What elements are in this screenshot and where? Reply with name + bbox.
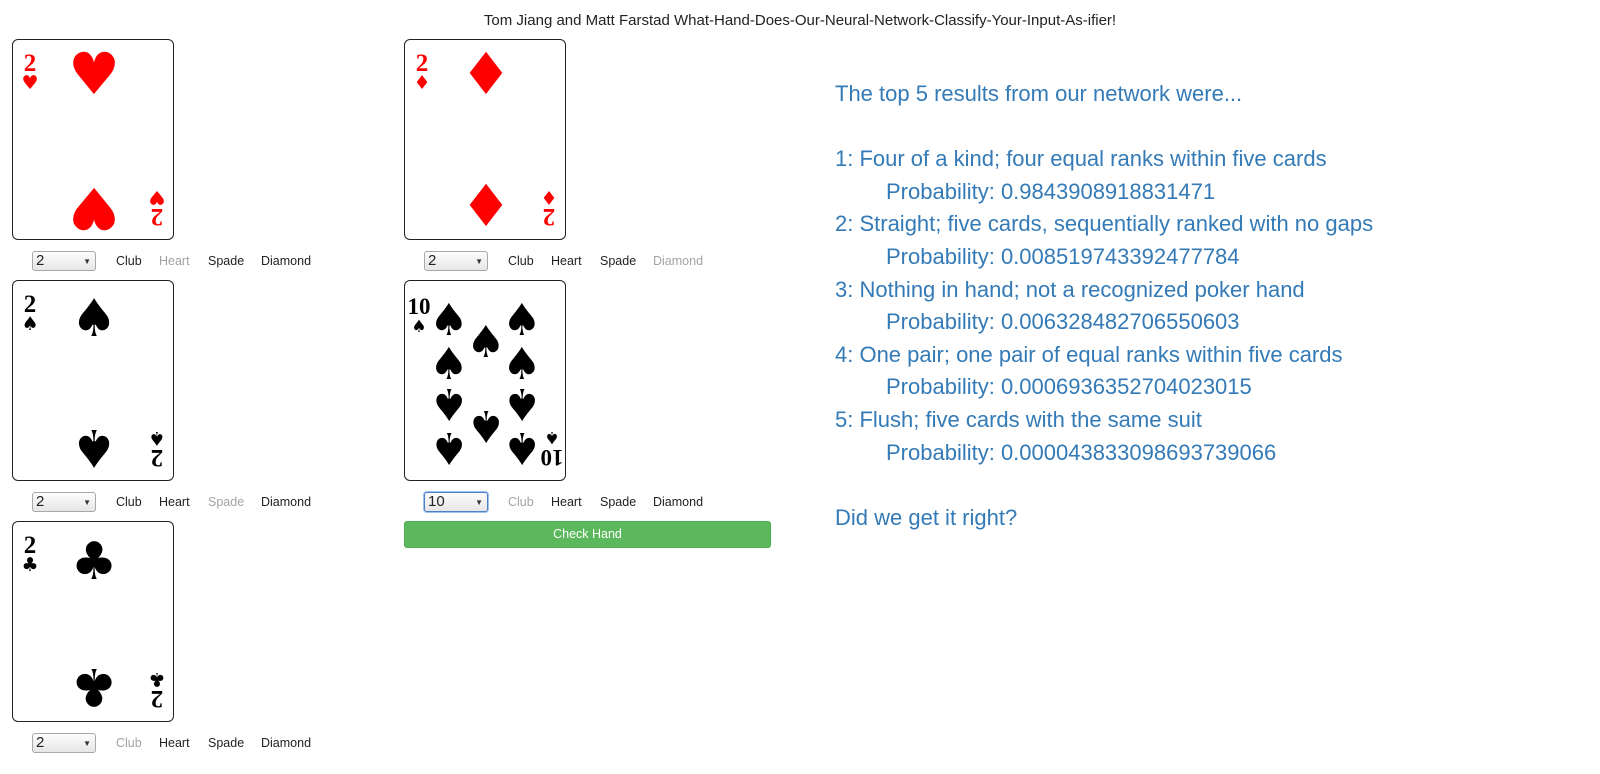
card-face-2-clubs: 2 ♣ ♣ ♣ 2 ♣: [21, 532, 165, 716]
rank-select-value: 2: [428, 252, 437, 269]
spade-icon: ♠: [466, 400, 505, 451]
diamond-icon: ♦: [460, 40, 512, 108]
page-title: Tom Jiang and Matt Farstad What-Hand-Doe…: [483, 12, 1117, 29]
suit-option-diamond[interactable]: Diamond: [261, 254, 311, 268]
club-icon: ♣: [21, 554, 38, 576]
rank-select-value: 2: [36, 252, 45, 269]
card-face-2-hearts: 2 ♥ ♥ ♥ 2 ♥: [21, 40, 165, 241]
diamond-icon: ♦: [540, 186, 557, 208]
spade-icon: ♠: [21, 313, 38, 335]
result-item-probability: Probability: 0.006328482706550603: [886, 309, 1240, 335]
suit-option-spade[interactable]: Spade: [600, 495, 636, 509]
suit-option-diamond[interactable]: Diamond: [261, 495, 311, 509]
rank-label-top: 10: [408, 294, 431, 319]
rank-select[interactable]: 2 ▼: [424, 251, 488, 271]
heart-icon: ♥: [148, 186, 165, 208]
suit-option-spade[interactable]: Spade: [208, 254, 244, 268]
spade-icon: ♠: [429, 422, 468, 473]
card-controls: 2 ▼ Club Heart Spade Diamond: [424, 251, 764, 271]
spade-icon: ♠: [544, 427, 559, 447]
card-controls: 2 ▼ Club Heart Spade Diamond: [32, 492, 372, 512]
chevron-down-icon: ▼: [83, 739, 91, 748]
results-heading: The top 5 results from our network were.…: [835, 81, 1243, 106]
result-item-probability: Probability: 0.9843908918831471: [886, 178, 1216, 204]
playing-card: 2 ♦ ♦ ♦ 2 ♦: [404, 39, 566, 240]
rank-select[interactable]: 2 ▼: [32, 733, 96, 753]
spade-icon: ♠: [411, 317, 426, 337]
club-icon: ♣: [148, 668, 165, 690]
result-item-label: 2: Straight; five cards, sequentially ra…: [835, 211, 1374, 237]
spade-icon: ♠: [148, 427, 165, 449]
rank-select-value: 2: [36, 734, 45, 751]
playing-card: 2 ♠ ♠ ♠ 2 ♠: [12, 280, 174, 481]
card-controls: 10 ▼ Club Heart Spade Diamond: [424, 492, 764, 512]
result-item-label: 5: Flush; five cards with the same suit: [835, 406, 1202, 432]
suit-option-diamond[interactable]: Diamond: [653, 495, 703, 509]
diamond-icon: ♦: [413, 72, 430, 94]
spade-icon: ♠: [71, 417, 118, 477]
chevron-down-icon: ▼: [475, 257, 483, 266]
suit-option-heart[interactable]: Heart: [551, 495, 582, 509]
result-item-label: 3: Nothing in hand; not a recognized pok…: [835, 276, 1305, 302]
suit-option-spade[interactable]: Spade: [600, 254, 636, 268]
card-slot-2: 2 ♦ ♦ ♦ 2 ♦ 2 ▼ Club Heart Spade Diamond: [404, 39, 774, 279]
spade-icon: ♠: [429, 378, 468, 429]
club-icon: ♣: [71, 532, 118, 592]
chevron-down-icon: ▼: [83, 257, 91, 266]
rank-select[interactable]: 10 ▼: [424, 492, 488, 512]
playing-card: 2 ♥ ♥ ♥ 2 ♥: [12, 39, 174, 241]
card-slot-5: 2 ♣ ♣ ♣ 2 ♣ 2 ▼ Club Heart Spade Diamond: [12, 521, 382, 761]
check-hand-button[interactable]: Check Hand: [404, 521, 771, 548]
heart-icon: ♥: [68, 40, 120, 108]
card-face-10-spades: 10 ♠ ♠ ♠ ♠ ♠ ♠ ♠ ♠ ♠ ♠ ♠ 10 ♠: [408, 294, 564, 473]
playing-card: 2 ♣ ♣ ♣ 2 ♣: [12, 521, 174, 722]
suit-option-club[interactable]: Club: [508, 495, 534, 509]
rank-select-value: 2: [36, 493, 45, 510]
suit-option-club[interactable]: Club: [116, 495, 142, 509]
spade-icon: ♠: [71, 289, 118, 349]
rank-select-value: 10: [428, 493, 445, 510]
suit-option-heart[interactable]: Heart: [551, 254, 582, 268]
suit-option-spade[interactable]: Spade: [208, 736, 244, 750]
card-slot-1: 2 ♥ ♥ ♥ 2 ♥ 2 ▼ Club Heart Spade Diamond: [12, 39, 382, 279]
spade-icon: ♠: [466, 317, 505, 368]
result-item-probability: Probability: 0.000043833098693739066: [886, 439, 1277, 465]
card-face-2-spades: 2 ♠ ♠ ♠ 2 ♠: [21, 289, 165, 477]
suit-option-club[interactable]: Club: [116, 736, 142, 750]
card-slot-3: 2 ♠ ♠ ♠ 2 ♠ 2 ▼ Club Heart Spade Diamond: [12, 280, 382, 520]
suit-option-diamond[interactable]: Diamond: [653, 254, 703, 268]
suit-option-spade[interactable]: Spade: [208, 495, 244, 509]
rank-select[interactable]: 2 ▼: [32, 251, 96, 271]
card-slot-4: 10 ♠ ♠ ♠ ♠ ♠ ♠ ♠ ♠ ♠ ♠ ♠ 10 ♠ 10 ▼ Club H…: [404, 280, 774, 520]
results-panel: The top 5 results from our network were.…: [835, 78, 1575, 534]
card-controls: 2 ▼ Club Heart Spade Diamond: [32, 251, 372, 271]
heart-icon: ♥: [68, 174, 120, 241]
result-item-probability: Probability: 0.008519743392477784: [886, 243, 1240, 269]
chevron-down-icon: ▼: [83, 498, 91, 507]
card-face-2-diamonds: 2 ♦ ♦ ♦ 2 ♦: [413, 40, 557, 240]
card-controls: 2 ▼ Club Heart Spade Diamond: [32, 733, 372, 753]
rank-label-bottom: 10: [541, 445, 564, 470]
result-item-label: 1: Four of a kind; four equal ranks with…: [835, 146, 1327, 172]
chevron-down-icon: ▼: [475, 498, 483, 507]
diamond-icon: ♦: [460, 172, 512, 240]
rank-select[interactable]: 2 ▼: [32, 492, 96, 512]
spade-icon: ♠: [502, 422, 541, 473]
spade-icon: ♠: [502, 378, 541, 429]
result-item-probability: Probability: 0.0006936352704023015: [886, 374, 1252, 400]
suit-option-club[interactable]: Club: [116, 254, 142, 268]
playing-card: 10 ♠ ♠ ♠ ♠ ♠ ♠ ♠ ♠ ♠ ♠ ♠ 10 ♠: [404, 280, 566, 481]
suit-option-heart[interactable]: Heart: [159, 495, 190, 509]
suit-option-heart[interactable]: Heart: [159, 254, 190, 268]
club-icon: ♣: [71, 656, 118, 716]
result-item-label: 4: One pair; one pair of equal ranks wit…: [835, 341, 1343, 367]
suit-option-heart[interactable]: Heart: [159, 736, 190, 750]
suit-option-club[interactable]: Club: [508, 254, 534, 268]
results-question: Did we get it right?: [835, 504, 1018, 530]
heart-icon: ♥: [21, 72, 38, 94]
suit-option-diamond[interactable]: Diamond: [261, 736, 311, 750]
